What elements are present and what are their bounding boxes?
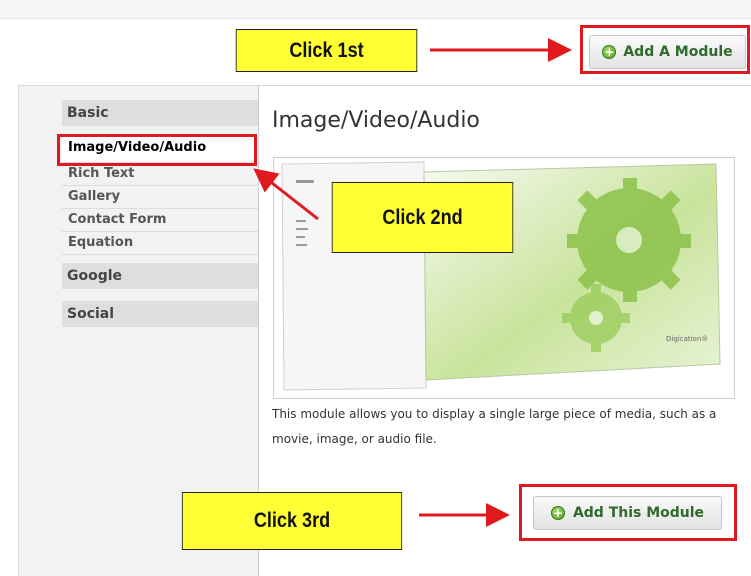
- annotation-arrows: [253, 38, 572, 527]
- arrow-to-image-video-audio: [253, 168, 319, 221]
- callout-click-1st: Click 1st: [235, 29, 418, 72]
- callout-click-2nd: Click 2nd: [331, 182, 514, 253]
- callout-click-3rd: Click 3rd: [181, 492, 403, 550]
